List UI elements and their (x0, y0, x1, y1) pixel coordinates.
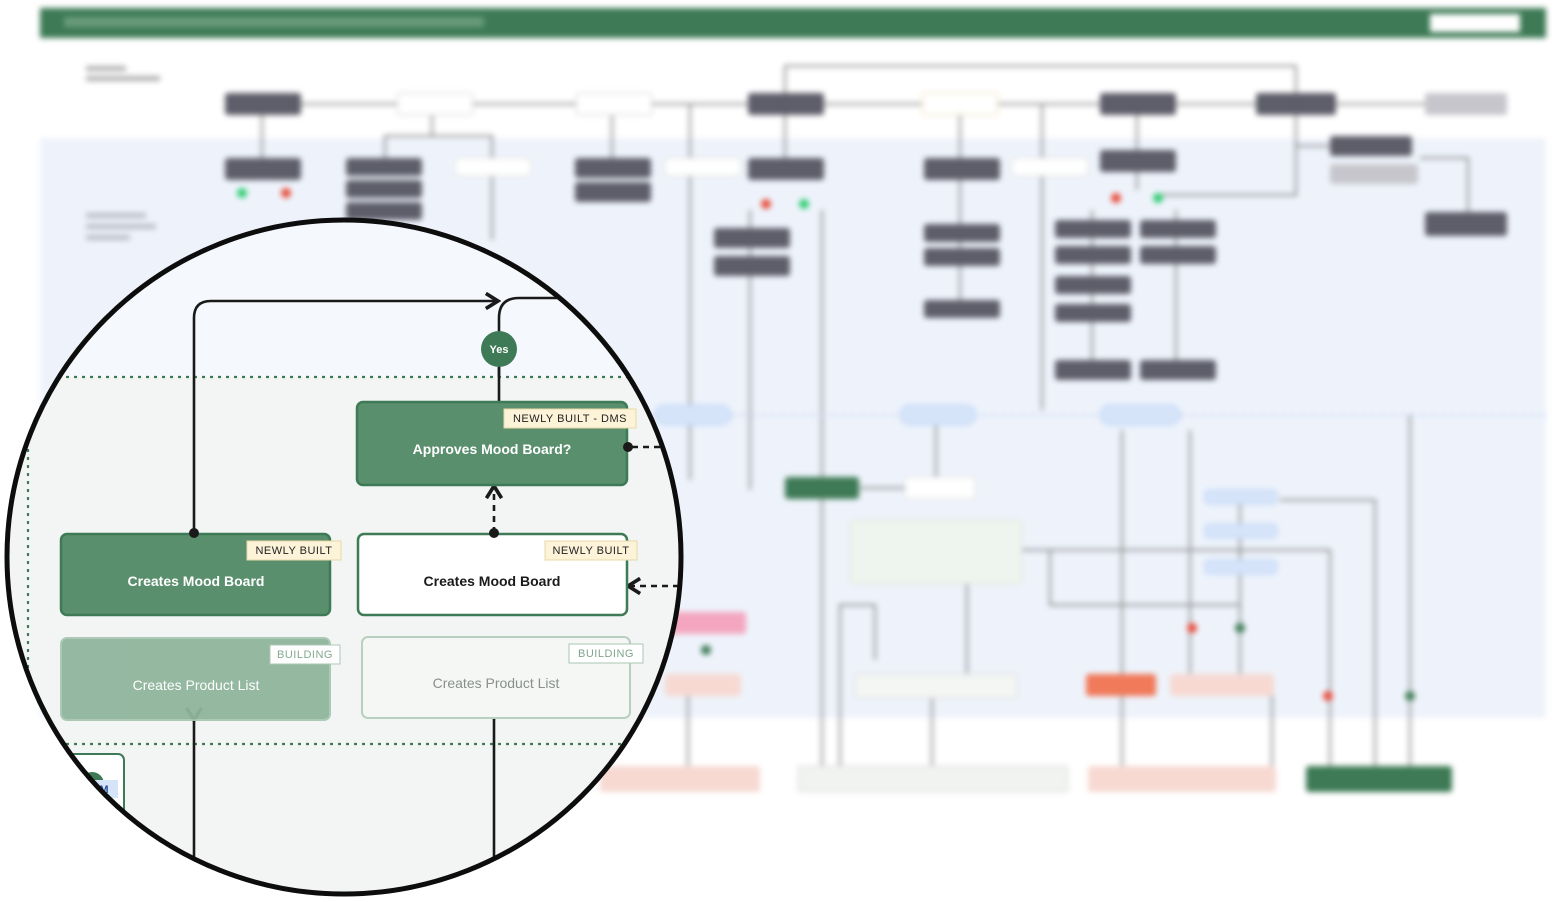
lane-upper-area (8, 221, 680, 377)
creates-mood-board-green-label: Creates Mood Board (128, 573, 265, 589)
yes-label: Yes (490, 344, 509, 356)
building-tag-right-text: BUILDING (578, 648, 634, 660)
partial-node-bottom-left: M (39, 753, 125, 825)
approves-mood-board-node[interactable]: Approves Mood Board? NEWLY BUILT - DMS (355, 400, 637, 487)
creates-mood-board-white-label: Creates Mood Board (424, 573, 561, 589)
newly-built-tag-right-text: NEWLY BUILT (552, 545, 629, 557)
creates-product-list-faded-white-node[interactable]: Creates Product List BUILDING (361, 636, 644, 719)
creates-mood-board-white-node[interactable]: Creates Mood Board NEWLY BUILT (356, 532, 638, 617)
creates-product-list-faded-green-label: Creates Product List (133, 677, 260, 693)
creates-mood-board-green-node[interactable]: Creates Mood Board NEWLY BUILT (59, 532, 342, 617)
magnifier-lens: Yes Approves Mood Board? NEWLY BUILT - D… (4, 217, 684, 897)
creates-product-list-faded-white-label: Creates Product List (433, 675, 560, 691)
creates-product-list-faded-green-node[interactable]: Creates Product List BUILDING (60, 637, 341, 721)
newly-built-dms-tag-text: NEWLY BUILT - DMS (513, 413, 627, 425)
approves-mood-board-label: Approves Mood Board? (413, 441, 572, 457)
building-tag-left-text: BUILDING (277, 649, 333, 661)
newly-built-tag-left-text: NEWLY BUILT (255, 545, 332, 557)
